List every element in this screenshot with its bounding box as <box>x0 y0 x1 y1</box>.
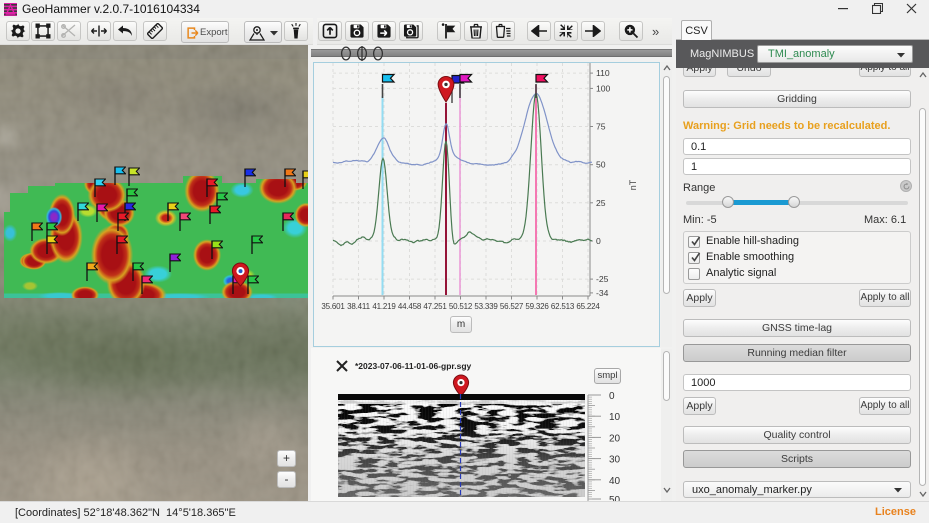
svg-text:75: 75 <box>596 122 606 132</box>
svg-text:65.224: 65.224 <box>576 302 600 311</box>
svg-text:35.601: 35.601 <box>321 302 345 311</box>
svg-text:41.219: 41.219 <box>372 302 396 311</box>
svg-text:20: 20 <box>609 433 621 444</box>
svg-text:10: 10 <box>609 412 621 423</box>
svg-text:62.513: 62.513 <box>551 302 575 311</box>
svg-text:50: 50 <box>596 160 606 170</box>
svg-text:100: 100 <box>596 83 611 93</box>
svg-text:-25: -25 <box>596 274 609 284</box>
svg-text:-34: -34 <box>596 288 609 298</box>
svg-text:30: 30 <box>609 455 621 466</box>
svg-text:56.527: 56.527 <box>500 302 524 311</box>
svg-text:0: 0 <box>596 236 601 246</box>
svg-text:110: 110 <box>596 68 610 78</box>
svg-text:44.458: 44.458 <box>398 302 422 311</box>
svg-text:0: 0 <box>609 391 615 402</box>
svg-text:53.339: 53.339 <box>474 302 498 311</box>
svg-text:nT: nT <box>628 179 638 190</box>
svg-text:50.512: 50.512 <box>449 302 473 311</box>
svg-text:40: 40 <box>609 476 621 487</box>
svg-text:59.326: 59.326 <box>525 302 549 311</box>
svg-text:25: 25 <box>596 198 606 208</box>
svg-text:47.251: 47.251 <box>423 302 447 311</box>
svg-text:38.411: 38.411 <box>347 302 370 311</box>
